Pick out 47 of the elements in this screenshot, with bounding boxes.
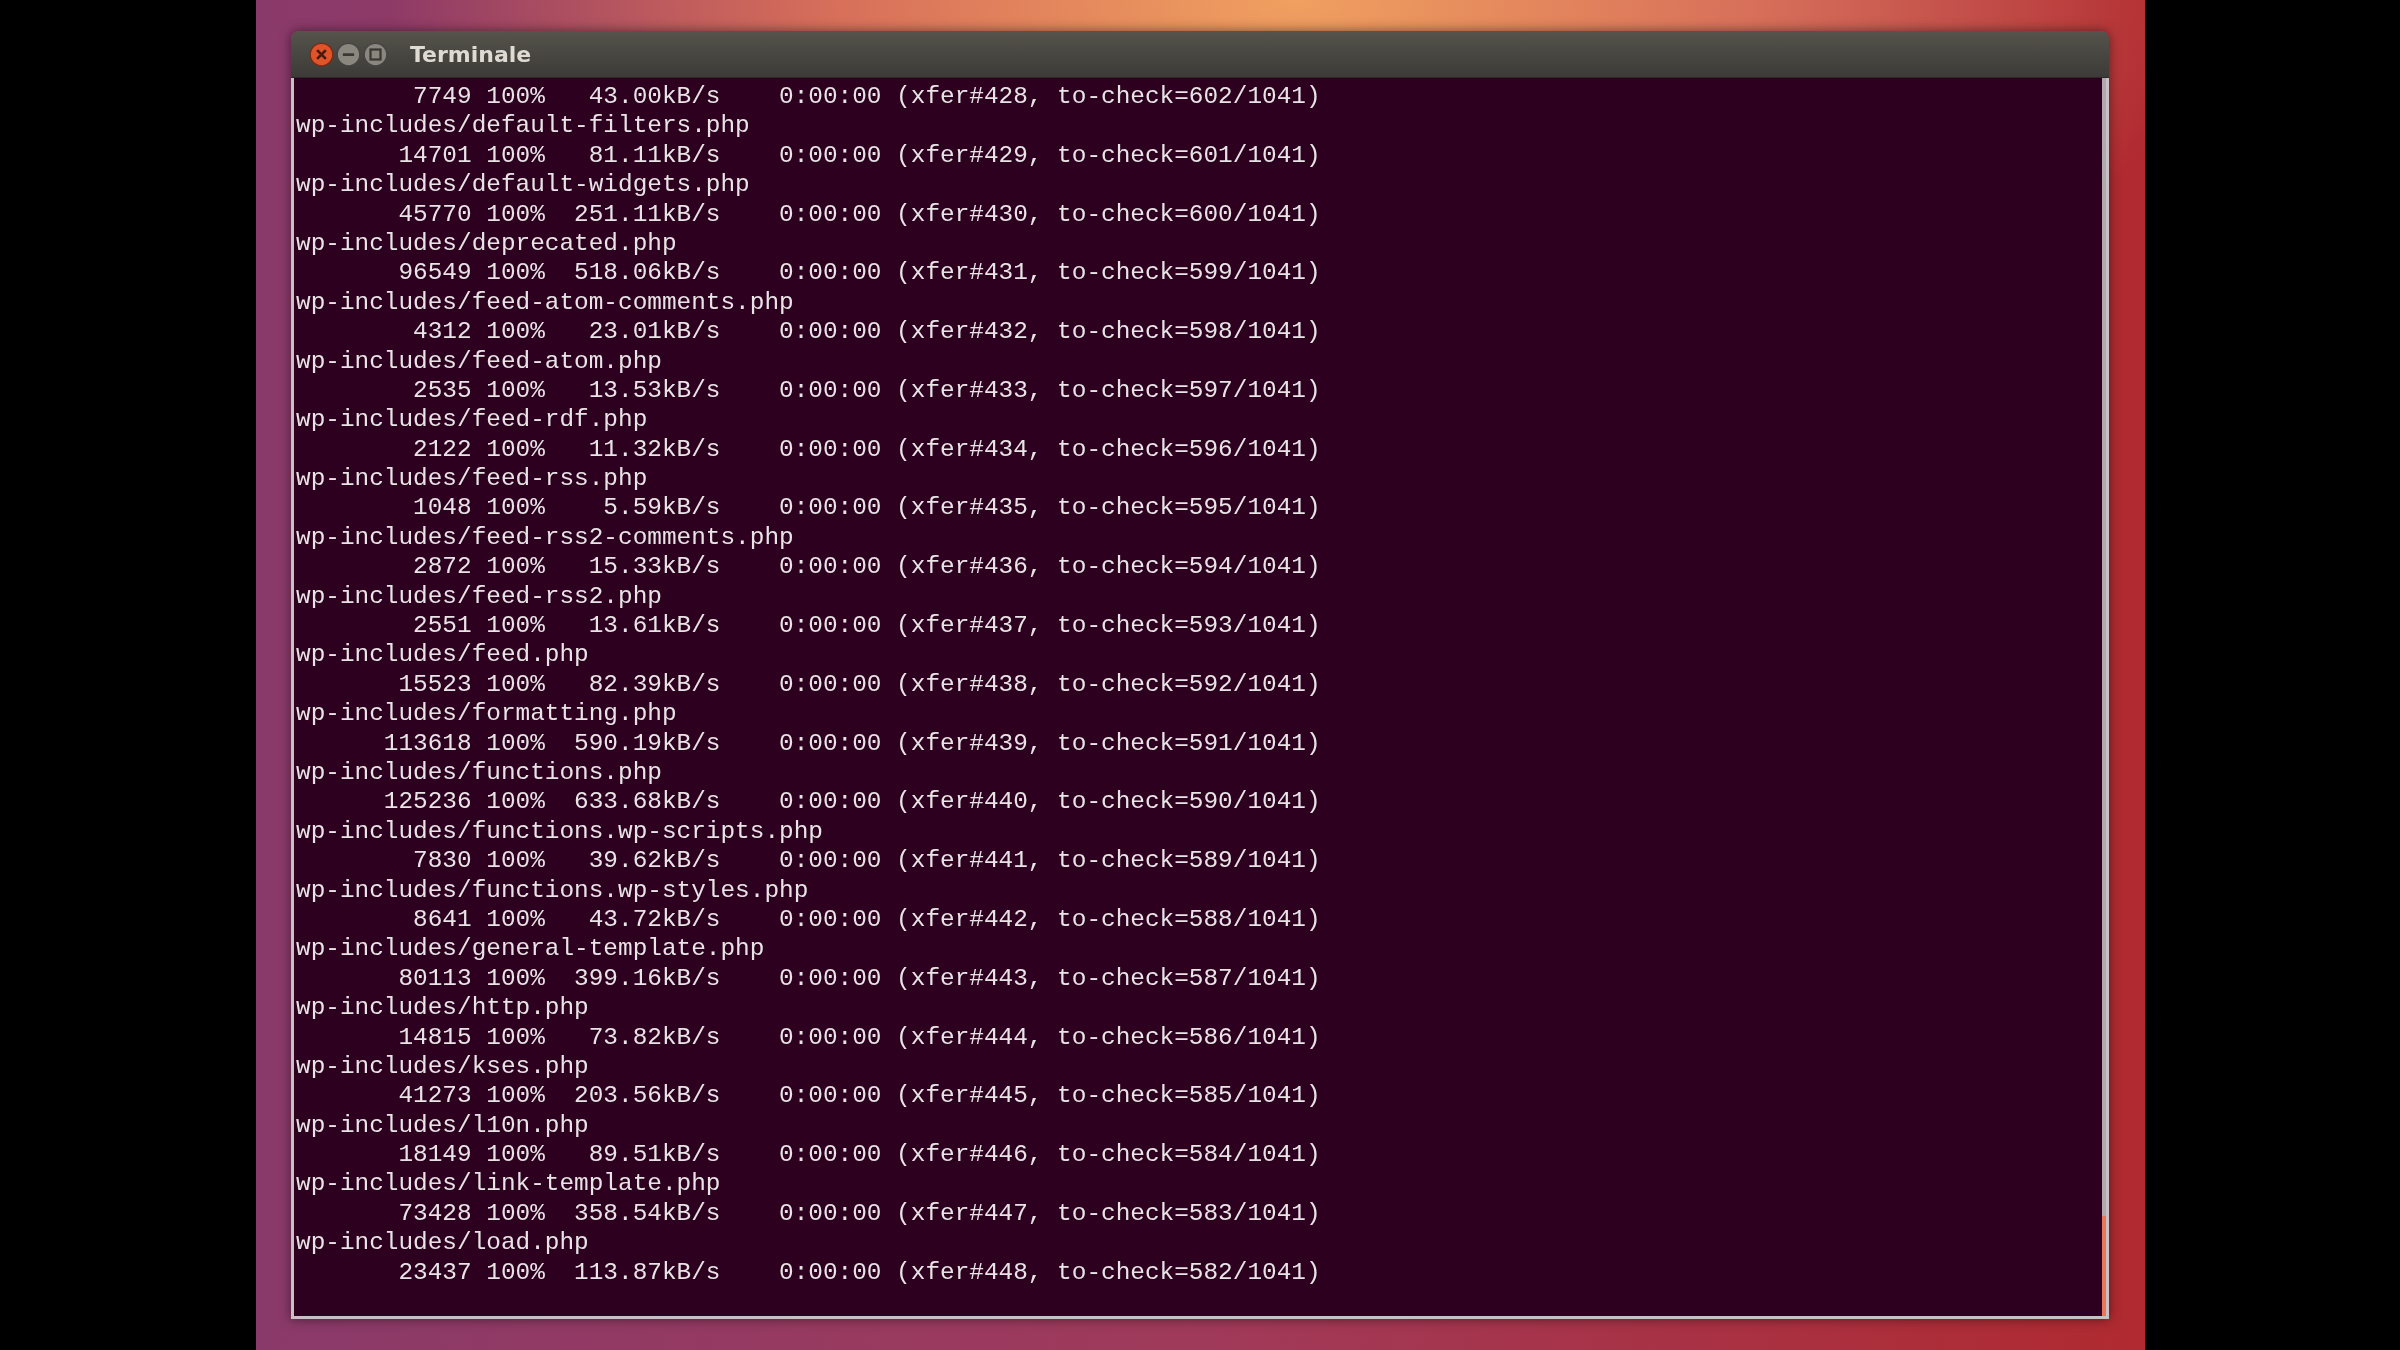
terminal-line: 2122 100% 11.32kB/s 0:00:00 (xfer#434, to-check=596/1041) bbox=[412, 434, 1321, 465]
terminal-line: 41273 100% 203.56kB/s 0:00:00 (xfer#445, to-check=585/1041) bbox=[397, 1081, 1321, 1111]
terminal-line: 2535 100% 13.53kB/s 0:00:00 (xfer#433, to-check=597/1041) bbox=[412, 375, 1321, 406]
terminal-line: 7749 100% 43.00kB/s 0:00:00 (xfer#428, to-check=602/1041) bbox=[412, 82, 1321, 112]
terminal-line: 8641 100% 43.72kB/s 0:00:00 (xfer#442, to-check=588/1041) bbox=[412, 904, 1321, 935]
minimize-button[interactable] bbox=[336, 41, 361, 67]
terminal-line: wp-includes/feed-rdf.php bbox=[296, 405, 648, 435]
terminal-line: wp-includes/formatting.php bbox=[296, 699, 677, 729]
terminal-line: wp-includes/functions.wp-scripts.php bbox=[296, 816, 823, 847]
terminal-line: 2551 100% 13.61kB/s 0:00:00 (xfer#437, to-check=593/1041) bbox=[412, 611, 1321, 641]
terminal-line: wp-includes/deprecated.php bbox=[296, 228, 677, 259]
terminal-line: wp-includes/load.php bbox=[296, 1228, 589, 1258]
terminal-line: 1048 100% 5.59kB/s 0:00:00 (xfer#435, to-check=595/1041) bbox=[412, 493, 1321, 523]
terminal-line: 73428 100% 358.54kB/s 0:00:00 (xfer#447, to-check=583/1041) bbox=[397, 1198, 1321, 1229]
terminal-line: 125236 100% 633.68kB/s 0:00:00 (xfer#440, to-check=590/1041) bbox=[382, 787, 1321, 817]
terminal-line: 113618 100% 590.19kB/s 0:00:00 (xfer#439, to-check=591/1041) bbox=[382, 728, 1321, 758]
terminal-line: wp-includes/default-filters.php bbox=[296, 111, 750, 141]
terminal-line: wp-includes/functions.php bbox=[296, 758, 662, 788]
terminal-line: 15523 100% 82.39kB/s 0:00:00 (xfer#438, to-check=592/1041) bbox=[397, 669, 1321, 700]
terminal-line: 4312 100% 23.01kB/s 0:00:00 (xfer#432, to-check=598/1041) bbox=[412, 317, 1321, 347]
terminal-line: wp-includes/feed-rss.php bbox=[296, 464, 648, 494]
maximize-button[interactable] bbox=[363, 41, 388, 67]
scrollbar-thumb[interactable] bbox=[2102, 1216, 2106, 1316]
terminal-line: 18149 100% 89.51kB/s 0:00:00 (xfer#446, to-check=584/1041) bbox=[397, 1140, 1321, 1170]
close-button[interactable] bbox=[309, 41, 334, 67]
terminal-line: 45770 100% 251.11kB/s 0:00:00 (xfer#430, to-check=600/1041) bbox=[397, 199, 1321, 229]
terminal-line: wp-includes/feed-atom-comments.php bbox=[296, 287, 794, 318]
terminal-line: 23437 100% 113.87kB/s 0:00:00 (xfer#448, to-check=582/1041) bbox=[397, 1257, 1321, 1287]
terminal-line: 2872 100% 15.33kB/s 0:00:00 (xfer#436, to-check=594/1041) bbox=[412, 552, 1321, 582]
terminal-line: wp-includes/http.php bbox=[296, 993, 589, 1023]
terminal-line: 80113 100% 399.16kB/s 0:00:00 (xfer#443, to-check=587/1041) bbox=[397, 963, 1321, 994]
terminal-line: wp-includes/functions.wp-styles.php bbox=[296, 875, 809, 905]
terminal-line: wp-includes/l10n.php bbox=[296, 1110, 589, 1141]
terminal-line: 7830 100% 39.62kB/s 0:00:00 (xfer#441, to-check=589/1041) bbox=[412, 846, 1321, 876]
terminal-line: wp-includes/feed.php bbox=[296, 640, 589, 670]
window-title: Terminale bbox=[410, 41, 532, 67]
scrollbar[interactable] bbox=[2102, 78, 2106, 1316]
terminal-line: 14701 100% 81.11kB/s 0:00:00 (xfer#429, to-check=601/1041) bbox=[397, 140, 1321, 171]
terminal-line: wp-includes/general-template.php bbox=[296, 934, 765, 964]
terminal-line: wp-includes/feed-rss2.php bbox=[296, 581, 662, 612]
terminal-line: 96549 100% 518.06kB/s 0:00:00 (xfer#431, to-check=599/1041) bbox=[397, 258, 1321, 288]
terminal-line: wp-includes/kses.php bbox=[296, 1051, 589, 1082]
terminal-line: 14815 100% 73.82kB/s 0:00:00 (xfer#444, to-check=586/1041) bbox=[397, 1022, 1321, 1052]
terminal-line: wp-includes/feed-atom.php bbox=[296, 346, 662, 376]
terminal-line: wp-includes/feed-rss2-comments.php bbox=[296, 522, 794, 553]
terminal-line: wp-includes/default-widgets.php bbox=[296, 170, 750, 200]
terminal-line: wp-includes/link-template.php bbox=[296, 1169, 721, 1199]
